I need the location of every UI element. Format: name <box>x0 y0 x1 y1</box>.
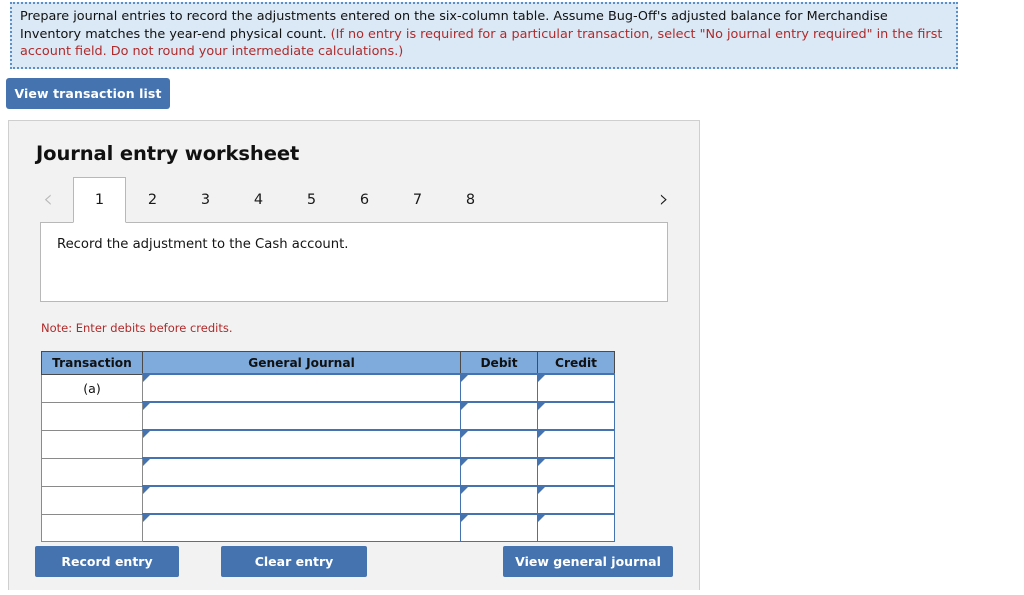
debit-amount-input-cell[interactable] <box>460 373 538 403</box>
account-name-input[interactable] <box>143 431 460 457</box>
transaction-label-cell <box>41 513 143 542</box>
debit-amount-input-cell[interactable] <box>460 457 538 487</box>
credit-amount-input-cell[interactable] <box>537 429 615 459</box>
journal-table-body: (a) <box>41 373 615 542</box>
table-row <box>41 429 615 459</box>
credit-amount-input[interactable] <box>538 431 614 457</box>
tab-7[interactable]: 7 <box>391 177 444 222</box>
column-header-general-journal: General Journal <box>142 351 461 375</box>
credit-amount-input-cell[interactable] <box>537 401 615 431</box>
account-name-input-cell[interactable] <box>142 429 461 459</box>
tab-strip: 12345678 <box>73 177 497 223</box>
debit-amount-input[interactable] <box>461 431 537 457</box>
credit-amount-input[interactable] <box>538 515 614 541</box>
credit-amount-input-cell[interactable] <box>537 373 615 403</box>
tab-4[interactable]: 4 <box>232 177 285 222</box>
account-name-input-cell[interactable] <box>142 401 461 431</box>
debit-amount-input[interactable] <box>461 515 537 541</box>
chevron-left-icon[interactable]: ‹ <box>35 182 61 216</box>
chevron-right-icon[interactable]: › <box>651 182 677 216</box>
transaction-label-cell <box>41 429 143 459</box>
account-name-input-cell[interactable] <box>142 485 461 515</box>
table-row <box>41 457 615 487</box>
account-name-input[interactable] <box>143 487 460 513</box>
tab-8[interactable]: 8 <box>444 177 497 222</box>
account-name-input-cell[interactable] <box>142 513 461 542</box>
account-name-input[interactable] <box>143 403 460 429</box>
column-header-debit: Debit <box>460 351 538 375</box>
transaction-label-cell: (a) <box>41 373 143 403</box>
tab-6[interactable]: 6 <box>338 177 391 222</box>
table-row <box>41 513 615 542</box>
record-entry-button[interactable]: Record entry <box>35 546 179 577</box>
credit-amount-input[interactable] <box>538 459 614 485</box>
debit-amount-input-cell[interactable] <box>460 485 538 515</box>
tab-5[interactable]: 5 <box>285 177 338 222</box>
view-transaction-list-button[interactable]: View transaction list <box>6 78 170 109</box>
column-header-transaction: Transaction <box>41 351 143 375</box>
account-name-input[interactable] <box>143 375 460 401</box>
debit-amount-input[interactable] <box>461 487 537 513</box>
debit-amount-input-cell[interactable] <box>460 429 538 459</box>
page-title: Journal entry worksheet <box>36 142 300 165</box>
tab-1[interactable]: 1 <box>73 177 126 223</box>
credit-amount-input-cell[interactable] <box>537 485 615 515</box>
worksheet-tabs: ‹ 12345678 › <box>35 177 677 223</box>
transaction-label-cell <box>41 485 143 515</box>
scenario-description-box: Record the adjustment to the Cash accoun… <box>40 222 668 302</box>
credit-amount-input[interactable] <box>538 487 614 513</box>
table-row: (a) <box>41 373 615 403</box>
table-header-row: Transaction General Journal Debit Credit <box>41 351 615 375</box>
table-row <box>41 401 615 431</box>
debit-amount-input[interactable] <box>461 375 537 401</box>
debits-before-credits-note: Note: Enter debits before credits. <box>41 321 233 335</box>
transaction-label-cell <box>41 401 143 431</box>
clear-entry-button[interactable]: Clear entry <box>221 546 367 577</box>
journal-entry-worksheet-panel: Journal entry worksheet ‹ 12345678 › Rec… <box>8 120 700 590</box>
debit-amount-input-cell[interactable] <box>460 513 538 542</box>
account-name-input-cell[interactable] <box>142 457 461 487</box>
tab-3[interactable]: 3 <box>179 177 232 222</box>
account-name-input-cell[interactable] <box>142 373 461 403</box>
tab-2[interactable]: 2 <box>126 177 179 222</box>
account-name-input[interactable] <box>143 459 460 485</box>
credit-amount-input[interactable] <box>538 403 614 429</box>
debit-amount-input[interactable] <box>461 459 537 485</box>
scenario-text: Record the adjustment to the Cash accoun… <box>57 237 349 252</box>
view-general-journal-button[interactable]: View general journal <box>503 546 673 577</box>
account-name-input[interactable] <box>143 515 460 541</box>
column-header-credit: Credit <box>537 351 615 375</box>
instruction-banner: Prepare journal entries to record the ad… <box>10 2 958 69</box>
worksheet-footer-buttons: Record entry Clear entry View general jo… <box>9 546 701 591</box>
debit-amount-input-cell[interactable] <box>460 401 538 431</box>
credit-amount-input[interactable] <box>538 375 614 401</box>
credit-amount-input-cell[interactable] <box>537 513 615 542</box>
credit-amount-input-cell[interactable] <box>537 457 615 487</box>
transaction-label-cell <box>41 457 143 487</box>
table-row <box>41 485 615 515</box>
journal-entry-table: Transaction General Journal Debit Credit… <box>41 351 615 542</box>
debit-amount-input[interactable] <box>461 403 537 429</box>
